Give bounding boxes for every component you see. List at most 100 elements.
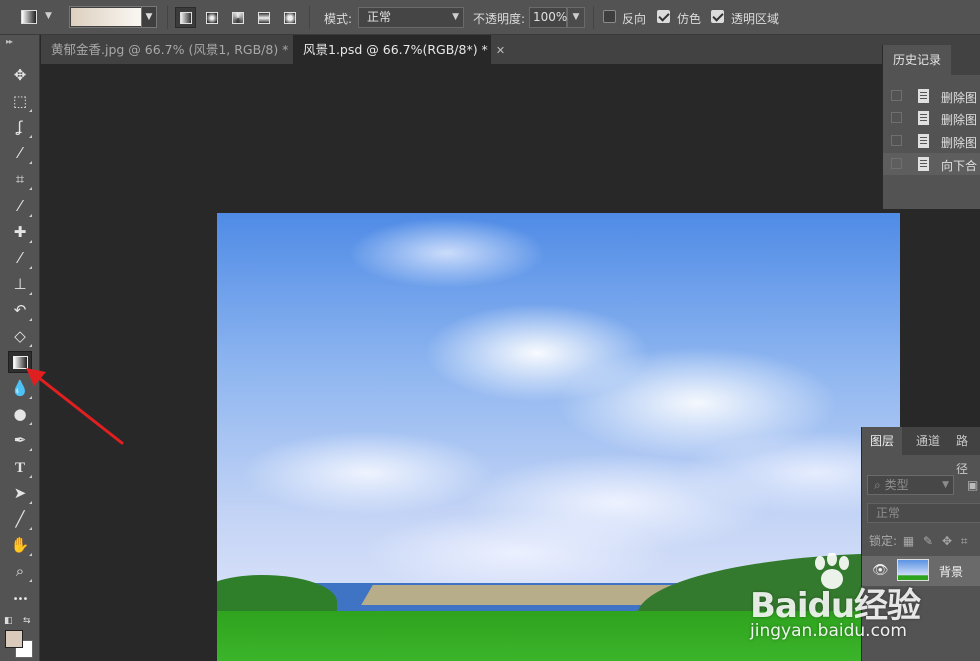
swap-colors-icon[interactable]: ⇆ [23,616,31,626]
tool-flyout-indicator [29,552,32,556]
history-brush-tool[interactable]: ↶ [8,299,32,321]
tab-channels[interactable]: 通道 [908,427,948,455]
clone-stamp-tool-icon: ⊥ [13,274,27,293]
transparency-label: 透明区域 [731,12,780,26]
history-item[interactable]: 删除图 [883,85,980,107]
tool-flyout-indicator [29,239,32,243]
tool-flyout-indicator [29,213,32,217]
history-snapshot-checkbox[interactable] [891,158,902,169]
history-state-icon [918,111,929,125]
eyedropper-tool[interactable]: ⁄ [8,195,32,217]
document-tab-bar: 黄郁金香.jpg @ 66.7% (风景1, RGB/8) *✕ 风景1.psd… [41,35,980,64]
tool-flyout-indicator [29,500,32,504]
layer-filter-select[interactable]: ⌕ 类型 ▼ [867,475,954,495]
layer-blend-mode-select[interactable]: 正常 [867,503,980,523]
hand-tool[interactable]: ✋ [8,534,32,556]
tab-paths[interactable]: 路径 [948,427,980,476]
tab-history[interactable]: 历史记录 [883,45,952,75]
tool-flyout-indicator [29,187,32,191]
divider [309,6,310,29]
tab-label: 图层 [870,434,895,448]
reverse-checkbox[interactable] [603,10,616,23]
history-snapshot-checkbox[interactable] [891,112,902,123]
radial-gradient-icon [206,12,218,24]
tab-layers[interactable]: 图层 [862,427,903,455]
lasso-tool[interactable]: ʆ [8,116,32,139]
chevron-down-icon[interactable]: ▼ [45,11,52,21]
tool-flyout-indicator [29,474,32,478]
color-swatches: ◧ ⇆ [4,616,35,660]
clone-stamp-tool[interactable]: ⊥ [8,273,32,295]
crop-tool[interactable]: ⌗ [8,168,32,191]
radial-gradient-button[interactable] [201,7,222,28]
history-item[interactable]: 删除图 [883,107,980,129]
lock-row: 锁定: ▦ ✎ ✥ ⌗ [869,532,968,549]
opacity-label: 不透明度: [473,12,526,26]
diamond-gradient-icon [284,12,296,24]
healing-brush-tool-icon: ✚ [13,222,27,241]
linear-gradient-button[interactable] [175,7,196,28]
tool-flyout-indicator [29,578,32,582]
angle-gradient-button[interactable] [227,7,248,28]
lock-transparent-icon[interactable]: ▦ [903,534,914,548]
gradient-tool-icon [21,10,37,24]
line-tool[interactable]: ╱ [8,508,32,530]
tool-flyout-indicator [29,291,32,295]
opacity-dropdown-button[interactable]: ▼ [567,7,585,28]
marquee-tool[interactable]: ⬚ [8,90,32,113]
tool-flyout-indicator [29,344,32,347]
healing-brush-tool[interactable]: ✚ [8,221,32,243]
opacity-input[interactable]: 100% [529,7,567,28]
mode-select[interactable]: 正常 ▼ [358,7,464,28]
history-panel: 历史记录 删除图 删除图 删除图 向下合 [882,45,980,209]
watermark-url: jingyan.baidu.com [750,621,907,641]
path-selection-tool[interactable]: ➤ [8,482,32,504]
image-filter-icon[interactable]: ▣ [967,478,978,492]
type-tool[interactable]: T [8,456,32,478]
diamond-gradient-button[interactable] [279,7,300,28]
crop-tool-icon: ⌗ [15,170,25,189]
lock-label: 锁定: [869,534,898,548]
move-tool[interactable]: ✥ [8,64,32,86]
divider [167,6,168,29]
history-item[interactable]: 删除图 [883,130,980,152]
chevron-down-icon[interactable]: ▼ [141,7,156,27]
transparency-checkbox[interactable] [711,10,724,23]
history-item-current[interactable]: 向下合 [883,153,980,175]
reflected-gradient-button[interactable] [253,7,274,28]
default-colors-icon[interactable]: ◧ [4,616,13,626]
history-snapshot-checkbox[interactable] [891,135,902,146]
type-tool-icon: T [14,459,25,476]
tool-flyout-indicator [29,526,32,530]
eraser-tool[interactable]: ◇ [8,325,32,347]
tab-document-2[interactable]: 风景1.psd @ 66.7%(RGB/8*) * ✕ [293,35,505,64]
gradient-swatch[interactable] [71,8,141,26]
foreground-color-swatch[interactable] [5,630,23,648]
history-snapshot-checkbox[interactable] [891,90,902,101]
path-selection-tool-icon: ➤ [13,483,27,502]
brush-tool[interactable]: ⁄ [8,247,32,269]
history-state-icon [918,157,929,171]
tool-flyout-indicator [29,135,32,139]
lock-position-icon[interactable]: ✥ [942,534,952,548]
gradient-picker[interactable]: ▼ [69,6,157,28]
dither-checkbox[interactable] [657,10,670,23]
close-icon[interactable]: ✕ [496,44,505,57]
more-tools[interactable]: ••• [8,586,32,608]
magic-wand-tool[interactable]: ⁄ [8,142,32,165]
zoom-tool[interactable]: ⌕ [8,560,32,582]
lock-image-icon[interactable]: ✎ [923,534,933,548]
lock-artboard-icon[interactable]: ⌗ [961,534,968,548]
tool-preset-picker[interactable] [20,8,40,26]
tab-label: 黄郁金香.jpg @ 66.7% (风景1, RGB/8) * [51,42,289,57]
panel-collapse-icon[interactable]: ▸▸ [6,37,13,46]
tab-label: 通道 [916,434,941,448]
mode-value: 正常 [367,10,392,24]
history-item-label: 删除图 [941,136,978,150]
linear-gradient-icon [180,12,192,24]
zoom-tool-icon: ⌕ [15,561,25,580]
tab-document-1[interactable]: 黄郁金香.jpg @ 66.7% (风景1, RGB/8) *✕ [41,35,306,64]
dither-label: 仿色 [677,12,702,26]
blend-mode-value: 正常 [876,506,901,520]
history-item-label: 删除图 [941,113,978,127]
